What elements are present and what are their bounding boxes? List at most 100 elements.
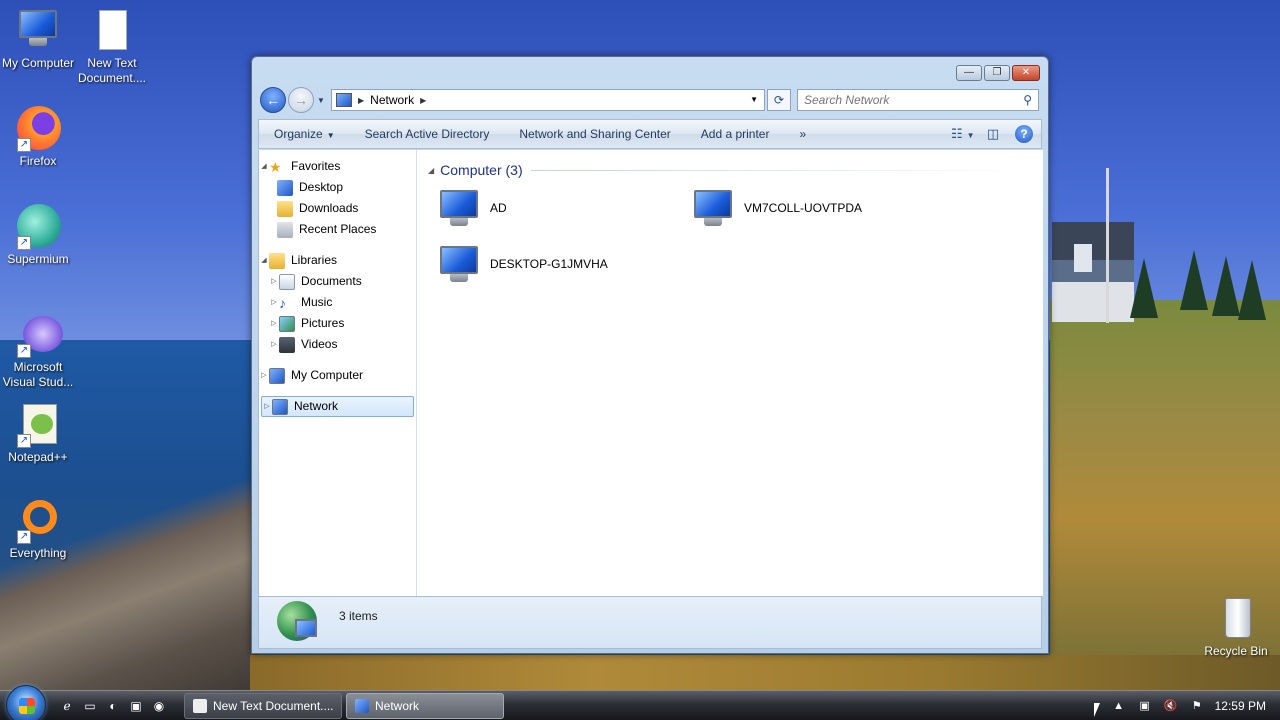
search-icon[interactable]: ⚲ bbox=[1023, 93, 1032, 107]
collapsed-icon[interactable]: ▷ bbox=[269, 271, 279, 292]
toolbar-right: ☷ ▼ ◫ ? bbox=[951, 124, 1033, 144]
network-sharing-center-button[interactable]: Network and Sharing Center bbox=[504, 127, 685, 141]
desktop-icon-label: New Text Document.... bbox=[77, 56, 147, 85]
action-center-flag-icon[interactable]: ⚑ bbox=[1189, 698, 1205, 714]
desktop-icon-everything[interactable]: ↗ Everything bbox=[0, 498, 76, 561]
breadcrumb-network[interactable]: Network bbox=[370, 93, 414, 107]
chevron-right-icon[interactable]: ▶ bbox=[420, 96, 426, 105]
tree-documents[interactable]: ▷ Documents bbox=[259, 271, 416, 292]
group-header[interactable]: ◢ Computer (3) bbox=[428, 160, 1032, 180]
network-status-icon[interactable]: ▣ bbox=[1137, 698, 1153, 714]
desktop-icon-new-text-document[interactable]: New Text Document.... bbox=[74, 8, 150, 86]
desktop-icon-firefox[interactable]: ↗ Firefox bbox=[0, 106, 76, 169]
minimize-button[interactable]: — bbox=[956, 65, 982, 81]
switch-windows-icon[interactable]: ▣ bbox=[127, 697, 145, 715]
preview-pane-icon[interactable]: ◫ bbox=[983, 124, 1003, 144]
more-commands-button[interactable]: » bbox=[784, 127, 821, 141]
collapsed-icon[interactable]: ▷ bbox=[259, 365, 269, 386]
search-active-directory-button[interactable]: Search Active Directory bbox=[350, 127, 505, 141]
computer-name: AD bbox=[490, 201, 507, 215]
refresh-icon: ⟳ bbox=[773, 93, 785, 107]
expanded-icon[interactable]: ◢ bbox=[259, 156, 269, 177]
help-icon[interactable]: ? bbox=[1015, 125, 1033, 143]
tree-label: Music bbox=[301, 295, 333, 309]
network-icon bbox=[272, 398, 288, 415]
collapsed-icon[interactable]: ▷ bbox=[269, 313, 279, 334]
internet-explorer-icon[interactable]: ℯ bbox=[58, 697, 76, 715]
maximize-button[interactable]: ❐ bbox=[984, 65, 1010, 81]
forward-button[interactable]: → bbox=[288, 87, 314, 113]
collapsed-icon[interactable]: ▷ bbox=[269, 334, 279, 355]
desktop-icon-label: Microsoft Visual Stud... bbox=[2, 360, 74, 389]
clock[interactable]: 12:59 PM bbox=[1215, 699, 1266, 713]
computer-icon bbox=[269, 367, 285, 384]
chevron-up-icon[interactable]: ▲ bbox=[1111, 698, 1127, 714]
everything-icon: ↗ bbox=[15, 498, 61, 544]
chevron-right-icon[interactable]: ▶ bbox=[358, 96, 364, 105]
back-button[interactable]: ← bbox=[260, 87, 286, 113]
wallpaper-tree bbox=[1212, 256, 1240, 316]
wallpaper-tree bbox=[1238, 260, 1266, 320]
taskbar-button-text-document[interactable]: New Text Document.... bbox=[184, 693, 342, 719]
search-box[interactable]: ⚲ bbox=[797, 89, 1039, 111]
computer-item-desktop-g1jmvha[interactable]: DESKTOP-G1JMVHA bbox=[436, 244, 608, 284]
chevron-down-icon[interactable]: ▼ bbox=[750, 95, 758, 104]
computer-item-ad[interactable]: AD bbox=[436, 188, 507, 228]
desktop-icon-notepadpp[interactable]: ↗ Notepad++ bbox=[0, 402, 76, 465]
network-monitor-icon bbox=[295, 619, 317, 637]
search-input[interactable] bbox=[804, 93, 1004, 107]
text-document-icon bbox=[89, 8, 135, 54]
desktop-icon-visual-studio[interactable]: ↗ Microsoft Visual Stud... bbox=[0, 312, 76, 390]
address-bar[interactable]: ▶ Network ▶ ▼ bbox=[331, 89, 765, 111]
library-icon bbox=[269, 252, 285, 269]
expanded-icon[interactable]: ◢ bbox=[259, 250, 269, 271]
firefox-quicklaunch-icon[interactable]: ◉ bbox=[150, 697, 168, 715]
add-printer-button[interactable]: Add a printer bbox=[686, 127, 785, 141]
collapsed-icon[interactable]: ▷ bbox=[269, 292, 279, 313]
item-count: 3 items bbox=[339, 609, 378, 623]
collapsed-icon[interactable]: ▷ bbox=[262, 396, 272, 417]
desktop-icon-my-computer[interactable]: My Computer bbox=[0, 8, 76, 71]
tree-label: Recent Places bbox=[299, 222, 377, 236]
details-pane: 3 items bbox=[258, 596, 1042, 649]
recent-pages-dropdown[interactable]: ▼ bbox=[315, 96, 327, 105]
computer-name: VM7COLL-UOVTPDA bbox=[744, 201, 863, 215]
supermium-icon: ↗ bbox=[15, 204, 61, 250]
computer-name: DESKTOP-G1JMVHA bbox=[490, 257, 608, 271]
network-icon bbox=[336, 93, 352, 107]
desktop-icon-label: Supermium bbox=[7, 252, 69, 266]
shortcut-arrow-icon: ↗ bbox=[17, 138, 31, 152]
taskbar-button-network[interactable]: Network bbox=[346, 693, 504, 719]
tree-recent-places[interactable]: Recent Places bbox=[259, 219, 416, 240]
desktop-icon-recycle-bin[interactable]: Recycle Bin bbox=[1198, 596, 1274, 659]
tree-videos[interactable]: ▷ Videos bbox=[259, 334, 416, 355]
firefox-icon: ↗ bbox=[15, 106, 61, 152]
volume-muted-icon[interactable]: 🔇 bbox=[1163, 698, 1179, 714]
tree-favorites[interactable]: ◢ ★ Favorites bbox=[259, 156, 416, 177]
tree-music[interactable]: ▷ ♪ Music bbox=[259, 292, 416, 313]
caption-buttons: — ❐ ✕ bbox=[956, 65, 1040, 81]
supermium-quicklaunch-icon[interactable]: ◐ bbox=[104, 697, 122, 715]
tree-pictures[interactable]: ▷ Pictures bbox=[259, 313, 416, 334]
tree-libraries[interactable]: ◢ Libraries bbox=[259, 250, 416, 271]
start-button[interactable] bbox=[6, 685, 46, 720]
computer-item-vm7coll[interactable]: VM7COLL-UOVTPDA bbox=[690, 188, 862, 228]
change-view-icon[interactable]: ☷ ▼ bbox=[951, 124, 975, 144]
group-header-label: Computer (3) bbox=[440, 162, 523, 178]
tree-network[interactable]: ▷ Network bbox=[261, 396, 414, 417]
tree-downloads[interactable]: Downloads bbox=[259, 198, 416, 219]
organize-button[interactable]: Organize ▼ bbox=[259, 127, 350, 141]
music-icon: ♪ bbox=[279, 294, 286, 311]
tree-label: Documents bbox=[301, 274, 362, 288]
desktop-icon-label: Everything bbox=[9, 546, 67, 560]
chevron-down-icon: ▼ bbox=[326, 131, 335, 140]
collapse-group-icon[interactable]: ◢ bbox=[428, 166, 434, 175]
desktop-icon-supermium[interactable]: ↗ Supermium bbox=[0, 204, 76, 267]
show-desktop-icon[interactable]: ▭ bbox=[81, 697, 99, 715]
tree-desktop[interactable]: Desktop bbox=[259, 177, 416, 198]
tree-my-computer[interactable]: ▷ My Computer bbox=[259, 365, 416, 386]
close-button[interactable]: ✕ bbox=[1012, 65, 1040, 81]
computer-icon bbox=[690, 188, 736, 228]
refresh-button[interactable]: ⟳ bbox=[767, 89, 791, 111]
taskbar: ℯ ▭ ◐ ▣ ◉ New Text Document.... Network … bbox=[0, 685, 1280, 720]
